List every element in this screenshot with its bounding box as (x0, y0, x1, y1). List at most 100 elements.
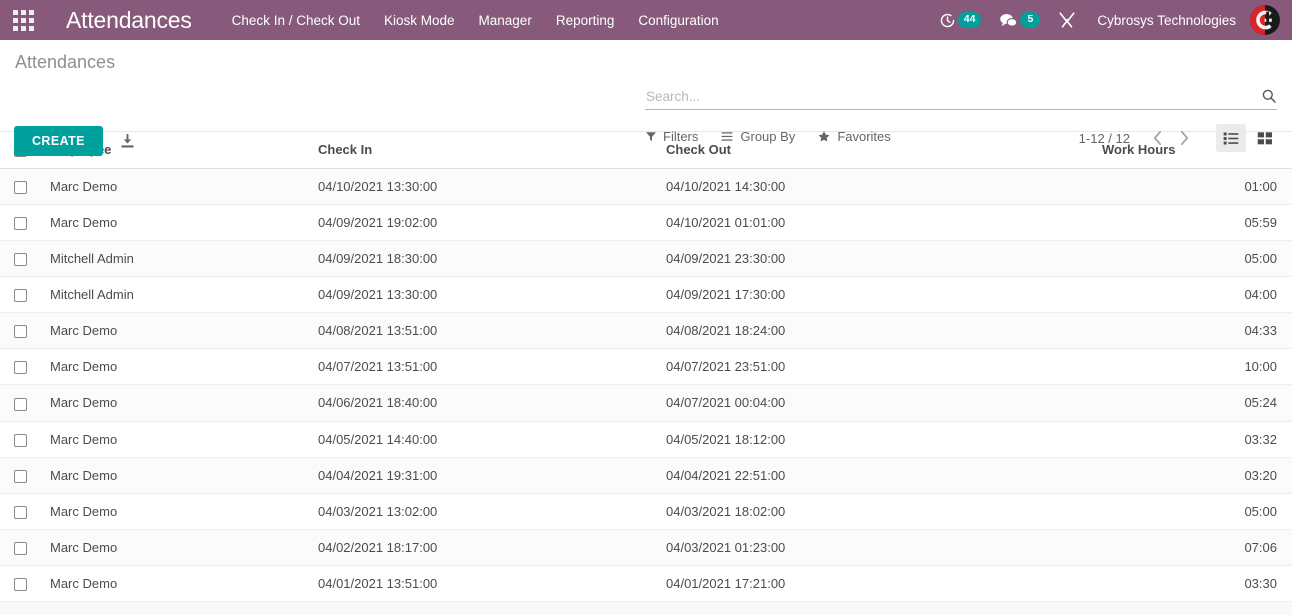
cell-employee: Marc Demo (42, 565, 310, 602)
row-checkbox[interactable] (14, 253, 27, 267)
activities-menu-button[interactable]: 44 (930, 0, 991, 40)
apps-menu-button[interactable] (0, 0, 46, 40)
attendances-table: Employee Check In Check Out Work Hours M… (0, 132, 1292, 602)
table-row[interactable]: Mitchell Admin 04/09/2021 18:30:00 04/09/2… (0, 240, 1292, 278)
cell-employee: Marc Demo (42, 529, 310, 566)
control-panel-actions: CREATE (14, 126, 142, 156)
row-checkbox[interactable] (14, 289, 27, 303)
cell-check-out: 04/10/2021 01:01:00 (658, 204, 1094, 242)
row-checkbox[interactable] (14, 181, 27, 195)
row-checkbox[interactable] (14, 325, 27, 339)
cell-check-in: 04/08/2021 13:51:00 (310, 312, 658, 350)
list-view-button[interactable] (1216, 124, 1246, 152)
row-checkbox[interactable] (14, 469, 27, 483)
chat-bubble-icon (1000, 13, 1018, 27)
cell-check-out: 04/03/2021 01:23:00 (658, 529, 1094, 566)
messages-count-badge: 5 (1020, 12, 1041, 28)
menu-item-manager[interactable]: Manager (467, 2, 544, 39)
row-checkbox[interactable] (14, 541, 27, 555)
row-select-cell[interactable] (0, 276, 42, 314)
row-select-cell[interactable] (0, 240, 42, 278)
user-company-menu[interactable]: Cybrosys Technologies (1085, 13, 1248, 28)
cell-check-in: 04/09/2021 13:30:00 (310, 276, 658, 314)
search-button[interactable] (1255, 88, 1277, 104)
cell-check-out: 04/03/2021 18:02:00 (658, 493, 1094, 530)
menu-item-reporting[interactable]: Reporting (544, 2, 627, 39)
row-select-cell[interactable] (0, 457, 42, 494)
row-checkbox[interactable] (14, 433, 27, 447)
row-checkbox[interactable] (14, 577, 27, 591)
row-checkbox[interactable] (14, 397, 27, 411)
table-row[interactable]: Marc Demo 04/04/2021 19:31:00 04/04/2021 2… (0, 457, 1292, 494)
search-magnifier-icon (1262, 89, 1276, 103)
messages-menu-button[interactable]: 5 (990, 0, 1049, 40)
menu-item-configuration[interactable]: Configuration (626, 2, 730, 39)
cell-work-hours: 03:20 (1094, 457, 1292, 494)
row-select-cell[interactable] (0, 312, 42, 350)
cell-check-out: 04/08/2021 18:24:00 (658, 312, 1094, 350)
cell-employee: Marc Demo (42, 312, 310, 350)
row-select-cell[interactable] (0, 384, 42, 422)
table-row[interactable]: Marc Demo 04/08/2021 13:51:00 04/08/2021 1… (0, 312, 1292, 350)
star-icon (818, 131, 830, 142)
column-header-check-in[interactable]: Check In (310, 132, 658, 170)
list-view-icon (1223, 132, 1239, 144)
cell-check-in: 04/01/2021 13:51:00 (310, 565, 658, 602)
cell-check-in: 04/03/2021 13:02:00 (310, 493, 658, 530)
search-input[interactable] (645, 88, 1255, 104)
table-row[interactable]: Marc Demo 04/10/2021 13:30:00 04/10/2021 1… (0, 168, 1292, 206)
table-row[interactable]: Marc Demo 04/06/2021 18:40:00 04/07/2021 0… (0, 384, 1292, 422)
cell-work-hours: 03:32 (1094, 421, 1292, 458)
row-select-cell[interactable] (0, 204, 42, 242)
cell-check-in: 04/06/2021 18:40:00 (310, 384, 658, 422)
user-avatar-logo[interactable] (1250, 5, 1280, 35)
row-select-cell[interactable] (0, 421, 42, 458)
cell-employee: Marc Demo (42, 457, 310, 494)
row-select-cell[interactable] (0, 493, 42, 530)
menu-item-kiosk-mode[interactable]: Kiosk Mode (372, 2, 467, 39)
pager-and-views: 1-12 / 12 (1079, 124, 1280, 152)
cell-check-out: 04/07/2021 00:04:00 (658, 384, 1094, 422)
import-download-icon (121, 133, 134, 148)
cell-check-in: 04/09/2021 19:02:00 (310, 204, 658, 242)
cell-check-out: 04/09/2021 17:30:00 (658, 276, 1094, 314)
cell-employee: Marc Demo (42, 493, 310, 530)
cell-employee: Mitchell Admin (42, 276, 310, 314)
cell-work-hours: 01:00 (1094, 168, 1292, 206)
cell-employee: Marc Demo (42, 384, 310, 422)
row-select-cell[interactable] (0, 168, 42, 206)
kanban-view-button[interactable] (1250, 124, 1280, 152)
search-box[interactable] (645, 88, 1277, 110)
table-row[interactable]: Marc Demo 04/07/2021 13:51:00 04/07/2021 2… (0, 348, 1292, 386)
row-select-cell[interactable] (0, 565, 42, 602)
cell-work-hours: 04:00 (1094, 276, 1292, 314)
row-select-cell[interactable] (0, 348, 42, 386)
cell-check-in: 04/09/2021 18:30:00 (310, 240, 658, 278)
row-select-cell[interactable] (0, 529, 42, 566)
pager-next-button[interactable] (1171, 128, 1198, 148)
row-checkbox[interactable] (14, 505, 27, 519)
table-row[interactable]: Marc Demo 04/05/2021 14:40:00 04/05/2021 1… (0, 421, 1292, 458)
table-row[interactable]: Marc Demo 04/02/2021 18:17:00 04/03/2021 0… (0, 529, 1292, 566)
row-checkbox[interactable] (14, 217, 27, 231)
favorites-dropdown[interactable]: Favorites (817, 129, 891, 144)
menu-item-check-in-check-out[interactable]: Check In / Check Out (220, 2, 372, 39)
cell-check-out: 04/04/2021 22:51:00 (658, 457, 1094, 494)
app-brand-title[interactable]: Attendances (66, 7, 192, 34)
cell-check-out: 04/01/2021 17:21:00 (658, 565, 1094, 602)
create-button[interactable]: CREATE (14, 126, 103, 156)
table-row[interactable]: Mitchell Admin 04/09/2021 13:30:00 04/09/2… (0, 276, 1292, 314)
table-row[interactable]: Marc Demo 04/09/2021 19:02:00 04/10/2021 0… (0, 204, 1292, 242)
table-row[interactable]: Marc Demo 04/01/2021 13:51:00 04/01/2021 1… (0, 565, 1292, 602)
cell-employee: Marc Demo (42, 204, 310, 242)
table-row[interactable]: Marc Demo 04/03/2021 13:02:00 04/03/2021 1… (0, 493, 1292, 530)
debug-menu-button[interactable] (1049, 0, 1085, 40)
group-by-label: Group By (740, 129, 796, 144)
list-view-container: Employee Check In Check Out Work Hours M… (0, 132, 1292, 615)
group-by-dropdown[interactable]: Group By (720, 129, 795, 144)
cell-check-in: 04/10/2021 13:30:00 (310, 168, 658, 206)
import-records-button[interactable] (113, 129, 142, 154)
pager-previous-button[interactable] (1144, 128, 1171, 148)
row-checkbox[interactable] (14, 361, 27, 375)
filters-dropdown[interactable]: Filters (645, 129, 698, 144)
